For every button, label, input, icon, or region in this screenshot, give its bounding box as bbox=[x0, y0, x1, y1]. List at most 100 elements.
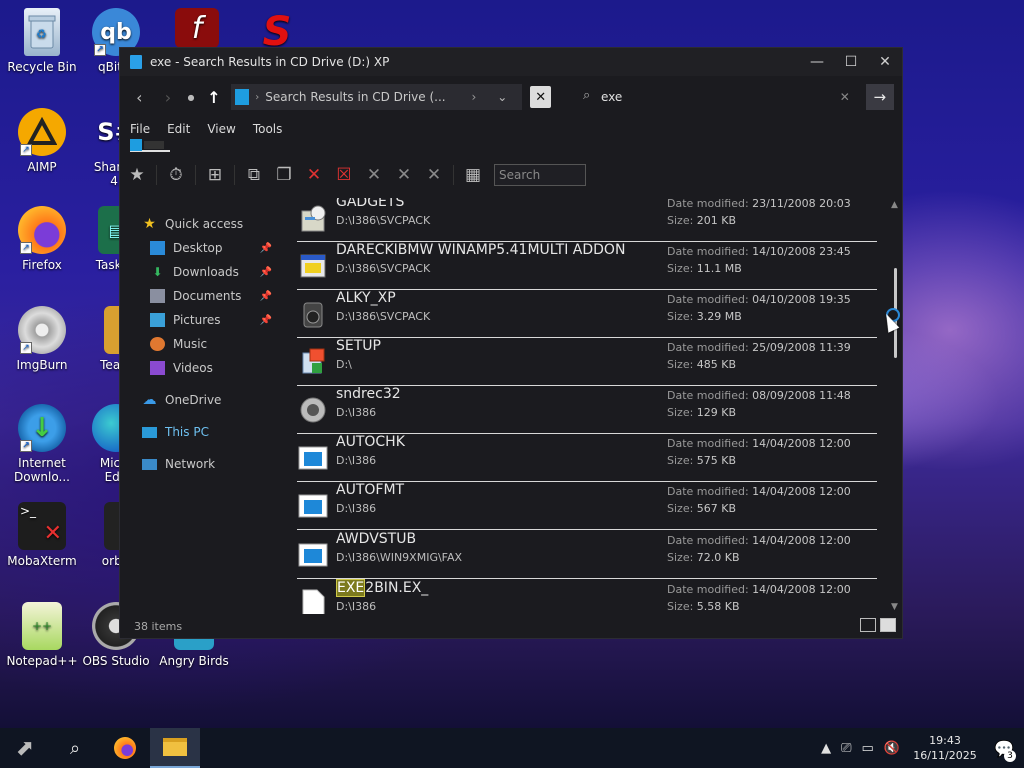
list-item[interactable]: GADGETS D:\I386\SVCPACK Date modified: 2… bbox=[297, 198, 877, 242]
desktop-icon-aimp[interactable]: ↗ AIMP bbox=[0, 108, 84, 174]
sidebar-item-pictures[interactable]: Pictures 📌 bbox=[120, 308, 294, 332]
view-options-icon[interactable]: ▦ bbox=[460, 163, 486, 187]
search-button[interactable]: ⌕ bbox=[50, 728, 100, 768]
title-bar[interactable]: exe - Search Results in CD Drive (D:) XP… bbox=[120, 48, 902, 76]
remove-all-icon[interactable]: ✕ bbox=[391, 163, 417, 187]
list-item[interactable]: ALKY_XP D:\I386\SVCPACK Date modified: 0… bbox=[297, 290, 877, 338]
search-box[interactable]: ⌕ exe ✕ bbox=[575, 84, 860, 110]
device-icon[interactable]: ⎚ bbox=[841, 741, 851, 756]
up-button[interactable]: ↑ bbox=[203, 85, 226, 109]
list-item[interactable]: AUTOCHK D:\I386 Date modified: 14/04/200… bbox=[297, 434, 877, 482]
menu-edit[interactable]: Edit bbox=[167, 122, 190, 136]
recent-locations-button[interactable]: ● bbox=[185, 85, 196, 109]
item-count: 38 items bbox=[134, 619, 183, 633]
menu-tools[interactable]: Tools bbox=[253, 122, 283, 136]
file-list[interactable]: GADGETS D:\I386\SVCPACK Date modified: 2… bbox=[294, 198, 902, 614]
desktop-icon-imgburn[interactable]: ↗ ImgBurn bbox=[0, 306, 84, 372]
menu-file[interactable]: File bbox=[130, 122, 150, 136]
pictures-folder-icon bbox=[150, 313, 165, 327]
notepadpp-icon: ++ bbox=[22, 602, 62, 650]
sidebar-item-videos[interactable]: Videos bbox=[120, 356, 294, 380]
breadcrumb-chevron-icon[interactable]: › bbox=[471, 90, 476, 104]
cancel-icon[interactable]: ✕ bbox=[421, 163, 447, 187]
maximize-button[interactable]: ☐ bbox=[834, 54, 868, 70]
list-item[interactable]: EXE2BIN.EX_ D:\I386 Date modified: 14/04… bbox=[297, 579, 877, 614]
sidebar-item-desktop[interactable]: Desktop 📌 bbox=[120, 236, 294, 260]
videos-folder-icon bbox=[150, 361, 165, 375]
search-input[interactable]: exe bbox=[601, 90, 832, 104]
search-icon: ⌕ bbox=[69, 737, 81, 759]
status-bar: 38 items bbox=[120, 614, 902, 638]
desktop-icon-mobaxterm[interactable]: >_ ✕ MobaXterm bbox=[0, 502, 84, 568]
volume-muted-icon[interactable]: 🔇 bbox=[884, 741, 900, 756]
list-item[interactable]: DARECKIBMW WINAMP5.41MULTI ADDON D:\I386… bbox=[297, 242, 877, 290]
network-icon[interactable]: ▭ bbox=[862, 741, 874, 756]
clock[interactable]: 19:43 16/11/2025 bbox=[910, 733, 980, 763]
address-breadcrumb[interactable]: Search Results in CD Drive (... bbox=[265, 90, 465, 104]
shortcut-arrow-icon: ↗ bbox=[20, 342, 32, 354]
sidebar-item-downloads[interactable]: ⬇ Downloads 📌 bbox=[120, 260, 294, 284]
start-button[interactable]: ⬈ bbox=[0, 728, 50, 768]
minimize-button[interactable]: — bbox=[800, 54, 834, 70]
notification-count: 3 bbox=[1004, 749, 1016, 762]
close-button[interactable]: ✕ bbox=[868, 54, 902, 70]
move-windows-icon[interactable]: ❐ bbox=[271, 163, 297, 187]
toolbar-search-input[interactable]: Search bbox=[494, 164, 586, 186]
breadcrumb-separator-icon: › bbox=[255, 91, 260, 103]
remove-icon[interactable]: ✕ bbox=[361, 163, 387, 187]
list-item[interactable]: SETUP D:\ Date modified: 25/09/2008 11:3… bbox=[297, 338, 877, 386]
desktop-icon-firefox[interactable]: ↗ Firefox bbox=[0, 206, 84, 272]
svg-text:♻: ♻ bbox=[36, 27, 47, 41]
aimp-icon: ↗ bbox=[18, 108, 66, 156]
search-folder-icon bbox=[235, 89, 250, 105]
forward-button[interactable]: › bbox=[157, 85, 180, 109]
desktop-icon-idm[interactable]: ↓ ↗ Internet Downlo... bbox=[0, 404, 84, 484]
history-clock-icon[interactable]: ⏱ bbox=[163, 163, 189, 187]
firefox-icon bbox=[114, 737, 136, 759]
sidebar-item-documents[interactable]: Documents 📌 bbox=[120, 284, 294, 308]
taskbar-file-explorer[interactable] bbox=[150, 728, 200, 768]
folder-icon bbox=[163, 738, 187, 756]
vertical-scrollbar[interactable]: ▲ ▼ bbox=[886, 198, 902, 614]
setup-exe-icon bbox=[297, 346, 329, 378]
clear-search-results-button[interactable]: ✕ bbox=[530, 86, 552, 108]
scroll-up-icon[interactable]: ▲ bbox=[891, 200, 898, 210]
gadgets-exe-icon bbox=[297, 202, 329, 234]
back-button[interactable]: ‹ bbox=[128, 85, 151, 109]
notifications-button[interactable]: 💬 3 bbox=[990, 739, 1018, 762]
copy-to-icon[interactable]: ⧉ bbox=[241, 163, 267, 187]
app-window-icon bbox=[297, 490, 329, 522]
explorer-window[interactable]: exe - Search Results in CD Drive (D:) XP… bbox=[119, 47, 903, 639]
scroll-down-icon[interactable]: ▼ bbox=[891, 602, 898, 612]
show-hidden-icons-icon[interactable]: ▲ bbox=[821, 741, 831, 756]
list-item[interactable]: AUTOFMT D:\I386 Date modified: 14/04/200… bbox=[297, 482, 877, 530]
details-view-icon[interactable] bbox=[860, 618, 876, 632]
desktop-icon-notepadpp[interactable]: ++ Notepad++ bbox=[0, 602, 84, 668]
delete-icon[interactable]: ✕ bbox=[301, 163, 327, 187]
favorites-star-icon[interactable]: ★ bbox=[124, 163, 150, 187]
list-item[interactable]: sndrec32 D:\I386 Date modified: 08/09/20… bbox=[297, 386, 877, 434]
clock-date: 16/11/2025 bbox=[913, 749, 977, 762]
address-bar[interactable]: › Search Results in CD Drive (... › ⌄ bbox=[231, 84, 523, 110]
sidebar-item-network[interactable]: Network bbox=[120, 452, 294, 476]
delete-permanent-icon[interactable]: ☒ bbox=[331, 163, 357, 187]
sidebar-item-this-pc[interactable]: This PC bbox=[120, 420, 294, 444]
sidebar-item-onedrive[interactable]: ☁ OneDrive bbox=[120, 388, 294, 412]
sidebar-item-quick-access[interactable]: ★ Quick access bbox=[120, 212, 294, 236]
tab-exe[interactable] bbox=[130, 139, 170, 152]
cloud-icon: ☁ bbox=[142, 392, 157, 408]
windows-logo-icon[interactable]: ⊞ bbox=[202, 163, 228, 187]
go-search-button[interactable]: → bbox=[865, 84, 894, 110]
menu-view[interactable]: View bbox=[207, 122, 235, 136]
clear-search-icon[interactable]: ✕ bbox=[840, 90, 860, 104]
star-icon: ★ bbox=[143, 216, 156, 232]
desktop-icon-recycle-bin[interactable]: ♻ Recycle Bin bbox=[0, 8, 84, 74]
list-item[interactable]: AWDVSTUB D:\I386\WIN9XMIG\FAX Date modif… bbox=[297, 531, 877, 579]
taskbar-firefox[interactable] bbox=[100, 728, 150, 768]
address-dropdown-icon[interactable]: ⌄ bbox=[482, 90, 522, 104]
sound-recorder-icon bbox=[297, 394, 329, 426]
desktop-icon-flash[interactable]: f bbox=[155, 8, 239, 52]
pin-icon: 📌 bbox=[259, 314, 272, 326]
sidebar-item-music[interactable]: Music bbox=[120, 332, 294, 356]
tiles-view-icon[interactable] bbox=[880, 618, 896, 632]
